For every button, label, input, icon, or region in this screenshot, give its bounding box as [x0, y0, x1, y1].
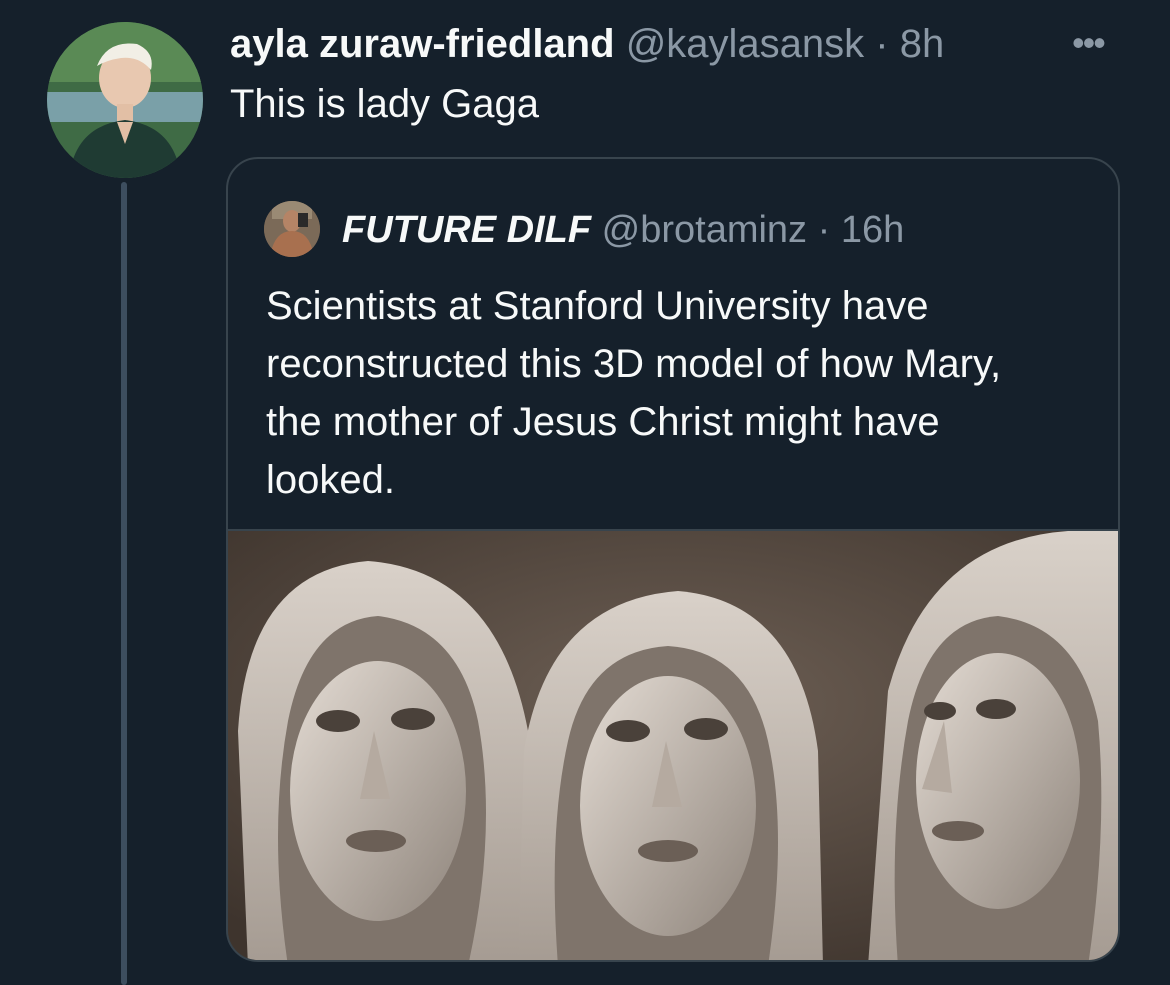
more-horizontal-icon[interactable]: ••• [1072, 22, 1106, 64]
author-name[interactable]: ayla zuraw-friedland [230, 22, 615, 66]
quoted-author-handle[interactable]: @brotaminz [602, 209, 807, 251]
quoted-tweet-text: Scientists at Stanford University have r… [266, 284, 1002, 502]
tweet-header: ayla zuraw-friedland @kaylasansk · 8h [230, 20, 1110, 68]
author-avatar[interactable] [47, 22, 203, 178]
tweet-text: This is lady Gaga [230, 82, 540, 126]
quoted-author-avatar[interactable] [264, 201, 320, 257]
quoted-tweet-timestamp[interactable]: 16h [841, 209, 904, 251]
quoted-author-name[interactable]: FUTURE DILF [342, 209, 591, 251]
meta-separator: · [875, 22, 889, 66]
quoted-tweet-image[interactable] [228, 529, 1118, 960]
quoted-tweet-header: FUTURE DILF @brotaminz · 16h [342, 207, 904, 253]
quoted-tweet-card[interactable]: FUTURE DILF @brotaminz · 16h Scientists … [226, 157, 1120, 962]
quoted-meta-separator: · [817, 209, 831, 251]
thread-connector-line [121, 182, 127, 985]
tweet-timestamp[interactable]: 8h [900, 22, 945, 66]
author-handle[interactable]: @kaylasansk [626, 22, 864, 66]
